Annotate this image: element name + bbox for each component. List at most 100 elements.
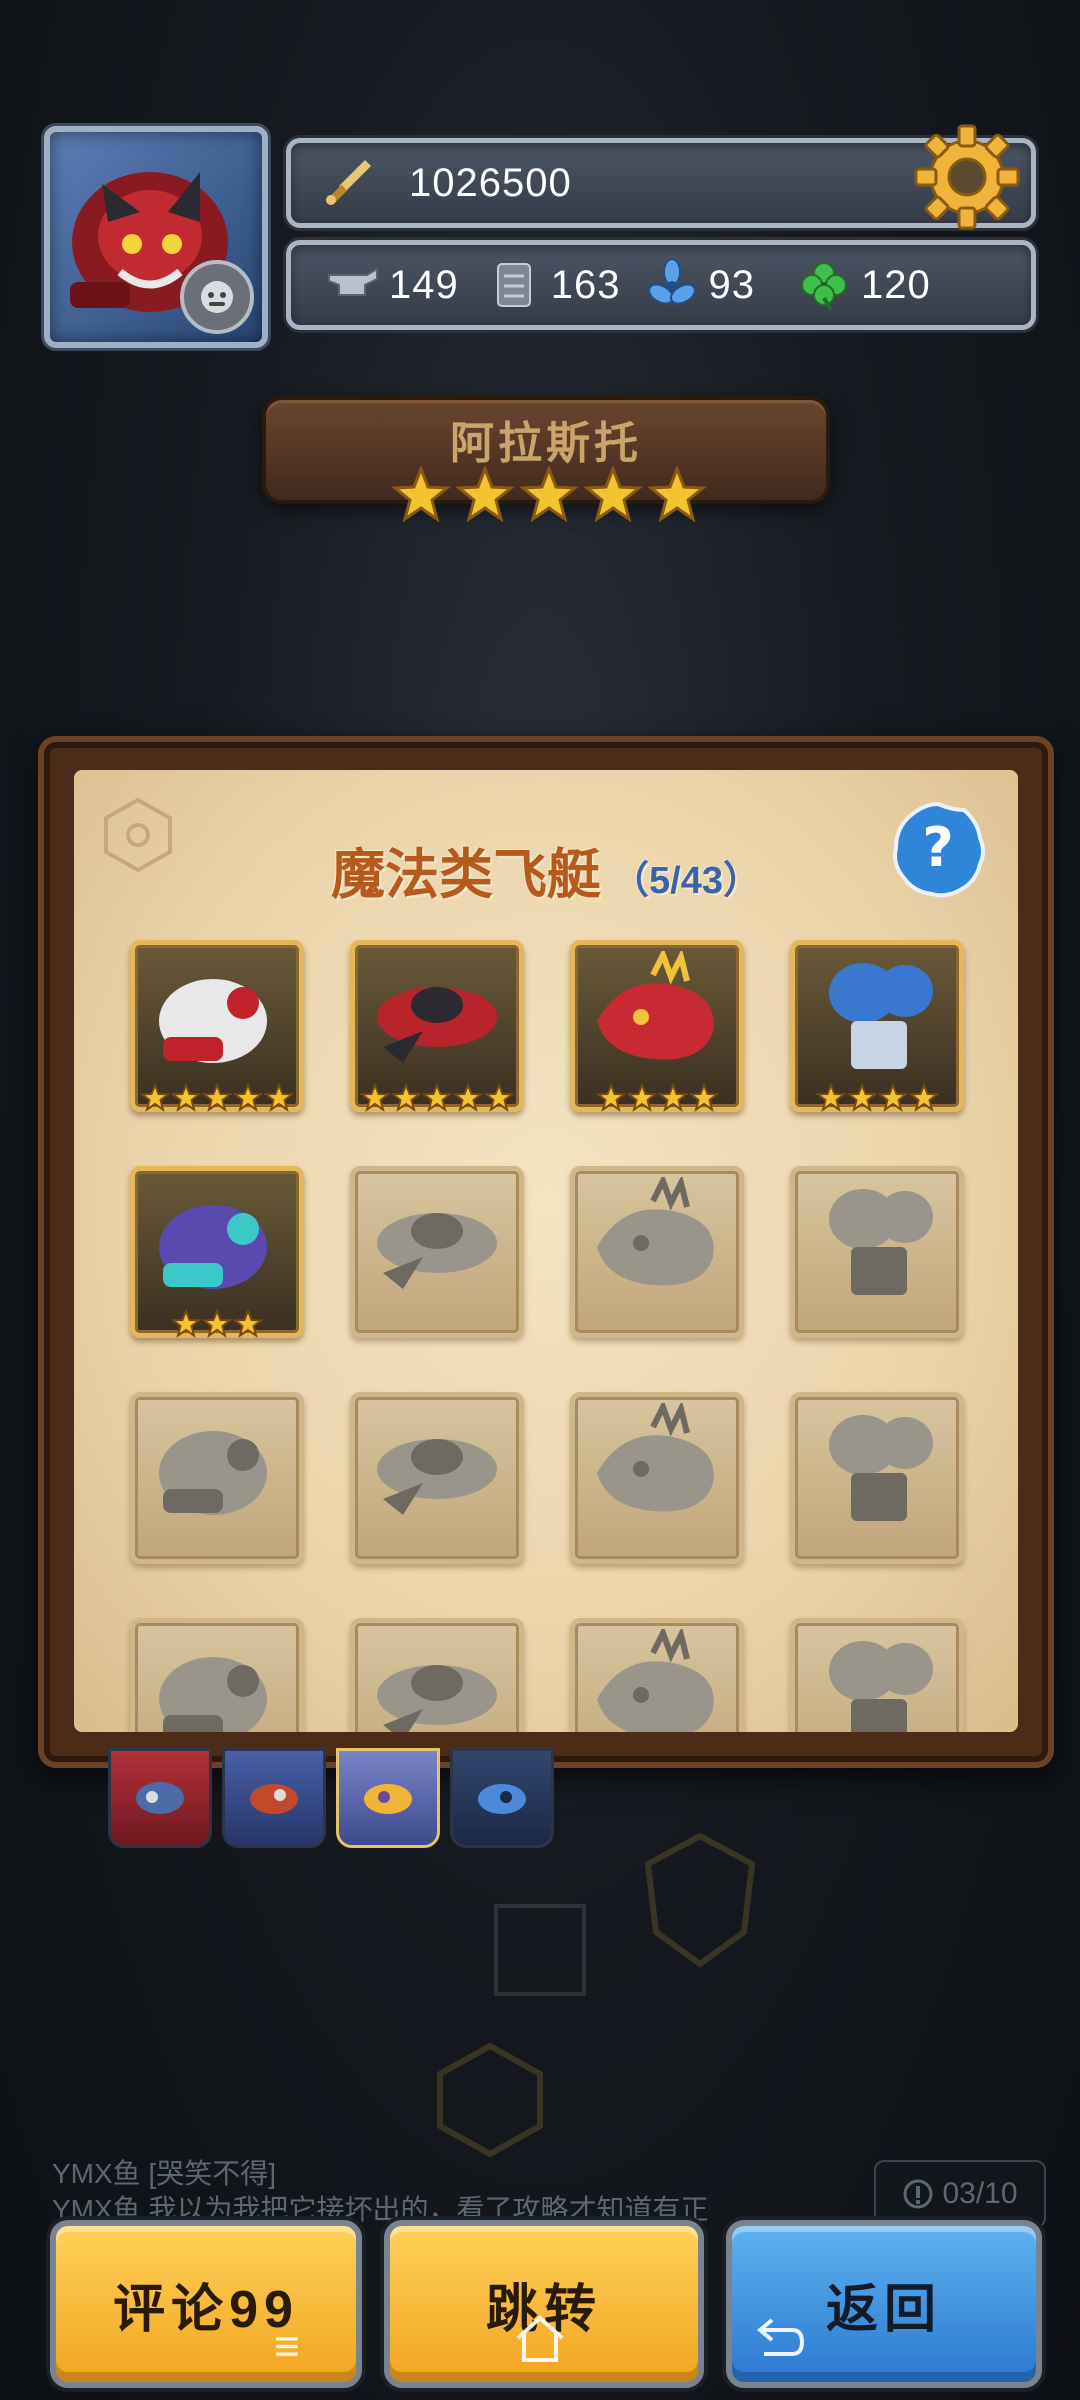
chat-line: YMX鱼 [哭笑不得] — [52, 2158, 277, 2189]
panel-title: 魔法类飞艇 （5/43） — [331, 845, 761, 905]
purple-crystal-airship-icon — [159, 1205, 267, 1289]
magic-airship-tab-icon — [364, 1784, 412, 1814]
star-icon — [140, 1083, 170, 1112]
airship-slot-saucer-airship[interactable] — [350, 1166, 524, 1338]
airship-slot-block-airship[interactable] — [570, 1618, 744, 1732]
page-counter: 03/10 — [874, 2160, 1046, 2228]
star-icon — [626, 1083, 657, 1112]
red-beast-airship-icon — [377, 987, 497, 1063]
monkey-badge-icon — [180, 260, 254, 334]
airship-slot-castle-airship[interactable] — [130, 1618, 304, 1732]
airship-slot-red-dragon-airship[interactable] — [570, 940, 744, 1112]
castle-airship-icon — [159, 1657, 267, 1732]
rarity-stars — [135, 1309, 299, 1339]
info-icon — [903, 2179, 933, 2209]
airship-slot-spiked-rock-airship[interactable] — [570, 1166, 744, 1338]
fortress-cloud-airship-icon — [597, 1403, 714, 1512]
star-icon — [484, 1083, 514, 1112]
star-icon — [233, 1083, 263, 1112]
star-icon — [392, 466, 450, 523]
propeller-icon — [645, 258, 699, 312]
star-icon — [391, 1083, 421, 1112]
blue-mech-airship-icon — [829, 963, 933, 1069]
resource-anvil: 149 — [325, 258, 459, 312]
star-icon — [815, 1083, 846, 1112]
tribal-mask-airship-icon — [829, 1415, 933, 1521]
tab-category-magic[interactable] — [336, 1748, 440, 1848]
back-nav-icon[interactable] — [752, 2312, 808, 2362]
ghost-hex-icon — [437, 2042, 543, 2158]
blue-airship-tab-icon — [250, 1784, 298, 1814]
helmet-airship-icon — [377, 1665, 497, 1732]
star-icon — [520, 466, 578, 523]
svg-text:?: ? — [922, 816, 953, 879]
star-icon — [688, 1083, 719, 1112]
airship-slot-round-claw-airship[interactable] — [130, 1392, 304, 1564]
star-icon — [171, 1309, 201, 1338]
airship-slot-fortress-cloud-airship[interactable] — [570, 1392, 744, 1564]
red-dragon-airship-icon — [597, 951, 714, 1060]
star-icon — [595, 1083, 626, 1112]
parchment: 魔法类飞艇 （5/43） ? — [74, 770, 1018, 1732]
block-airship-icon — [597, 1629, 714, 1732]
ghost-shield-icon — [644, 1832, 756, 1968]
resource-bar: 149 163 93 120 — [286, 240, 1036, 330]
star-icon — [422, 1083, 452, 1112]
star-icon — [453, 1083, 483, 1112]
resource-clover: 120 — [797, 258, 931, 312]
airship-slot-helmet-airship[interactable] — [350, 1618, 524, 1732]
claw-mech-airship-icon — [377, 1439, 497, 1515]
airship-slot-dome-airship[interactable] — [790, 1618, 964, 1732]
airship-collection-panel: 魔法类飞艇 （5/43） ? — [38, 736, 1054, 1768]
comment-button[interactable]: 评论99 — [50, 2220, 362, 2388]
stage-name: 阿拉斯托 — [450, 419, 642, 468]
scroll-icon — [487, 258, 541, 312]
round-claw-airship-icon — [159, 1431, 267, 1515]
airship-slot-white-drill-airship[interactable] — [130, 940, 304, 1112]
star-icon — [846, 1083, 877, 1112]
rarity-stars — [575, 1083, 739, 1113]
tab-category-1[interactable] — [108, 1748, 212, 1848]
airship-slot-claw-mech-airship[interactable] — [350, 1392, 524, 1564]
player-avatar[interactable] — [44, 126, 268, 348]
ghost-square-icon — [494, 1904, 586, 1996]
airship-grid — [130, 940, 964, 1732]
star-icon — [171, 1083, 201, 1112]
dome-airship-icon — [829, 1641, 933, 1732]
tab-category-2[interactable] — [222, 1748, 326, 1848]
stage-stars — [392, 466, 706, 524]
resource-scroll: 163 — [487, 258, 621, 312]
help-button[interactable]: ? — [888, 800, 988, 900]
airship-slot-purple-crystal-airship[interactable] — [130, 1166, 304, 1338]
tab-category-4[interactable] — [450, 1748, 554, 1848]
saucer-airship-icon — [377, 1213, 497, 1289]
star-icon — [877, 1083, 908, 1112]
menu-nav-icon[interactable]: ≡ — [274, 2322, 300, 2372]
white-drill-airship-icon — [159, 979, 267, 1063]
airship-slot-blue-mech-airship[interactable] — [790, 940, 964, 1112]
airship-slot-red-beast-airship[interactable] — [350, 940, 524, 1112]
rarity-stars — [355, 1083, 519, 1113]
star-icon — [456, 466, 514, 523]
tech-airship-tab-icon — [478, 1784, 526, 1814]
star-icon — [648, 466, 706, 523]
back-button[interactable]: 返回 — [726, 2220, 1042, 2388]
settings-gear-icon[interactable] — [912, 122, 1022, 232]
star-icon — [908, 1083, 939, 1112]
star-icon — [202, 1309, 232, 1338]
rarity-stars — [795, 1083, 959, 1113]
combat-power-value: 1026500 — [409, 160, 572, 205]
spiked-rock-airship-icon — [597, 1177, 714, 1286]
home-nav-icon[interactable] — [512, 2310, 568, 2366]
rarity-stars — [135, 1083, 299, 1113]
star-icon — [233, 1309, 263, 1338]
star-icon — [584, 466, 642, 523]
airship-slot-tribal-mask-airship[interactable] — [790, 1392, 964, 1564]
collection-count: （5/43） — [611, 860, 761, 902]
category-tabs — [108, 1748, 554, 1848]
balloon-tower-airship-icon — [829, 1189, 933, 1295]
chat-feed: YMX鱼 [哭笑不得] YMX鱼 我以为我把它接坏出的，看了攻略才知道有正 — [52, 2156, 708, 2228]
airship-slot-balloon-tower-airship[interactable] — [790, 1166, 964, 1338]
star-icon — [264, 1083, 294, 1112]
sword-icon — [321, 154, 391, 213]
